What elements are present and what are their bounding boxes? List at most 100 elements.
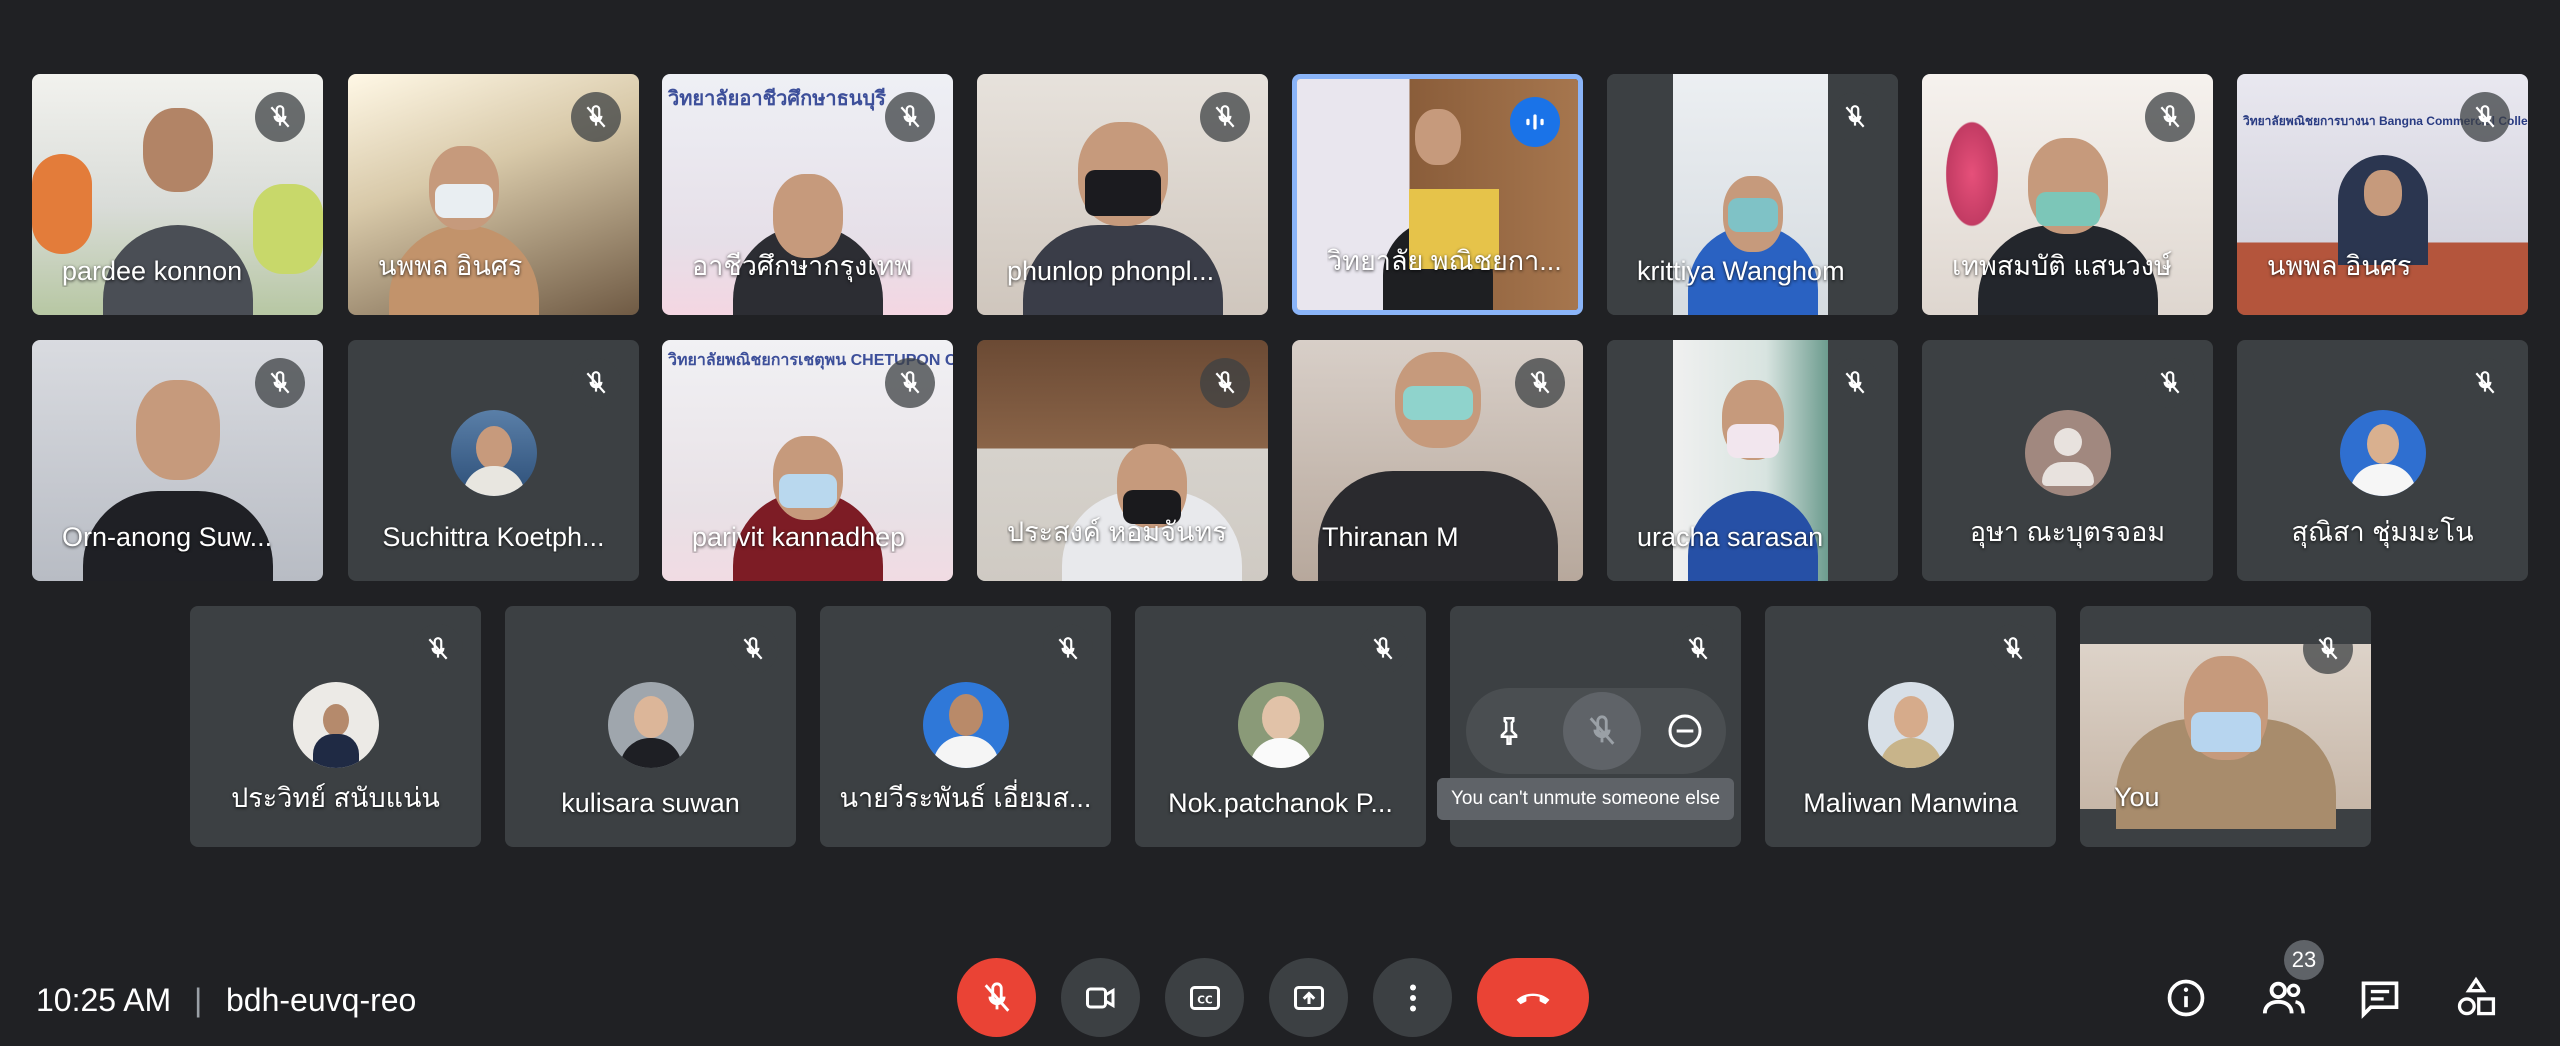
participant-name: ประสงค์ หอมจันทร <box>1007 517 1227 547</box>
mic-off-icon <box>1200 358 1250 408</box>
participant-tile[interactable]: kulisara suwan <box>505 606 796 847</box>
participant-name: You <box>2114 782 2160 812</box>
separator: | <box>194 982 203 1018</box>
chat-button[interactable] <box>2352 970 2408 1026</box>
participant-name: Nok.patchanok P... <box>1168 788 1393 818</box>
remove-button[interactable] <box>1652 698 1718 764</box>
captions-icon: CC <box>1189 985 1220 1010</box>
participant-name: สุณิสา ชุ่มมะโน <box>2291 517 2474 547</box>
mic-off-icon <box>1515 358 1565 408</box>
mic-off-icon <box>255 358 305 408</box>
mic-off-icon <box>255 92 305 142</box>
mic-off-icon <box>885 358 935 408</box>
meeting-details-button[interactable] <box>2158 970 2214 1026</box>
participant-name: นพพล อินศร <box>2267 251 2412 281</box>
mic-off-icon <box>1830 92 1880 142</box>
chat-icon <box>2361 981 2399 1019</box>
mic-off-icon <box>1358 624 1408 674</box>
participant-name: pardee konnon <box>62 256 243 286</box>
tooltip: You can't unmute someone else <box>1437 778 1735 820</box>
participant-tile[interactable]: ประสงค์ หอมจันทร <box>977 340 1268 581</box>
more-options-button[interactable] <box>1373 958 1452 1037</box>
participant-tile[interactable]: วิทยาลัยอาชีวศึกษาธนบุรี อาชีวศึกษากรุงเ… <box>662 74 953 315</box>
more-icon <box>1409 984 1416 1011</box>
avatar <box>292 682 379 768</box>
participant-name: Suchittra Koetph... <box>382 522 605 552</box>
participant-tile[interactable]: uracha sarasan <box>1607 340 1898 581</box>
activities-button[interactable] <box>2448 970 2504 1026</box>
participant-name: อุษา ณะบุตรจอม <box>1969 517 2166 547</box>
avatar <box>922 682 1009 768</box>
avatar <box>1867 682 1954 768</box>
participant-name: uracha sarasan <box>1637 522 1824 552</box>
mute-participant-button[interactable] <box>1563 692 1641 770</box>
participant-tile[interactable]: ประวิทย์ สนับแน่น <box>190 606 481 847</box>
present-button[interactable] <box>1269 958 1348 1037</box>
mic-off-icon <box>1830 358 1880 408</box>
participant-tile[interactable]: phunlop phonpl... <box>977 74 1268 315</box>
people-icon <box>2262 981 2305 1014</box>
info-icon <box>2167 979 2205 1017</box>
camera-button[interactable] <box>1061 958 1140 1037</box>
participant-tile[interactable]: อุษา ณะบุตรจอม <box>1922 340 2213 581</box>
participant-tile[interactable]: นายวีระพันธ์ เอี่ยมส... <box>820 606 1111 847</box>
participant-tile[interactable]: Orn-anong Suw... <box>32 340 323 581</box>
participant-tile[interactable]: Maliwan Manwina <box>1765 606 2056 847</box>
participant-tile[interactable]: Suchittra Koetph... <box>348 340 639 581</box>
mic-off-icon <box>2460 358 2510 408</box>
participant-count-badge: 23 <box>2284 940 2324 980</box>
participant-name: phunlop phonpl... <box>1007 256 1215 286</box>
mic-off-icon <box>1589 715 1615 745</box>
avatar <box>2339 410 2426 496</box>
mic-off-icon <box>2145 92 2195 142</box>
mic-off-icon <box>1043 624 1093 674</box>
mic-off-icon <box>2145 358 2195 408</box>
mic-off-icon <box>571 92 621 142</box>
participant-name: วิทยาลัย พณิชยกา... <box>1327 246 1562 276</box>
mic-off-icon <box>1673 624 1723 674</box>
mic-off-icon <box>2303 624 2353 674</box>
end-call-icon <box>1516 993 1550 1004</box>
meeting-code: bdh-euvq-reo <box>226 982 417 1018</box>
participant-tile[interactable]: Nok.patchanok P... <box>1135 606 1426 847</box>
participant-name: kulisara suwan <box>561 788 740 818</box>
captions-button[interactable]: CC <box>1165 958 1244 1037</box>
activities-icon <box>2457 976 2496 1016</box>
avatar <box>450 410 537 496</box>
pin-button[interactable] <box>1476 698 1542 764</box>
participant-name: เทพสมบัติ แสนวงษ์ <box>1952 251 2172 281</box>
participant-tile[interactable]: สุณิสา ชุ่มมะโน <box>2237 340 2528 581</box>
meeting-time: 10:25 AM <box>36 982 172 1018</box>
hover-controls <box>1466 688 1726 774</box>
participant-name: Maliwan Manwina <box>1803 788 2018 818</box>
participant-name: นายวีระพันธ์ เอี่ยมส... <box>839 783 1092 813</box>
participant-tile[interactable]: pardee konnon <box>32 74 323 315</box>
microphone-button[interactable] <box>957 958 1036 1037</box>
default-avatar-icon <box>2024 410 2111 496</box>
participant-tile-speaking[interactable]: วิทยาลัย พณิชยกา... <box>1292 74 1583 315</box>
leave-call-button[interactable] <box>1477 958 1589 1037</box>
participant-name: Thiranan M <box>1322 522 1459 552</box>
participant-tile[interactable]: วิทยาลัยพณิชยการเชตุพน CHETUPON COMMERCI… <box>662 340 953 581</box>
mic-off-icon <box>728 624 778 674</box>
mic-off-icon <box>885 92 935 142</box>
participant-name: Orn-anong Suw... <box>62 522 273 552</box>
camera-icon <box>1085 987 1114 1008</box>
participant-tile[interactable]: เทพสมบัติ แสนวงษ์ <box>1922 74 2213 315</box>
participant-name: krittiya Wanghom <box>1637 256 1845 286</box>
participant-tile-self[interactable]: You <box>2080 606 2371 847</box>
participant-name: นพพล อินศร <box>378 251 523 281</box>
participant-name: parivit kannadhep <box>692 522 906 552</box>
participant-name: อาชีวศึกษากรุงเทพ <box>692 251 913 281</box>
participant-tile[interactable]: นพพล อินศร <box>348 74 639 315</box>
avatar <box>1237 682 1324 768</box>
remove-icon <box>1668 714 1702 748</box>
speaking-indicator-icon <box>1510 97 1560 147</box>
mic-off-icon <box>1200 92 1250 142</box>
mic-off-icon <box>2460 92 2510 142</box>
mic-off-icon <box>1988 624 2038 674</box>
participant-tile[interactable]: Thiranan M <box>1292 340 1583 581</box>
participant-tile[interactable]: krittiya Wanghom <box>1607 74 1898 315</box>
participant-tile[interactable]: วิทยาลัยพณิชยการบางนา Bangna Commercial … <box>2237 74 2528 315</box>
mic-off-icon <box>413 624 463 674</box>
